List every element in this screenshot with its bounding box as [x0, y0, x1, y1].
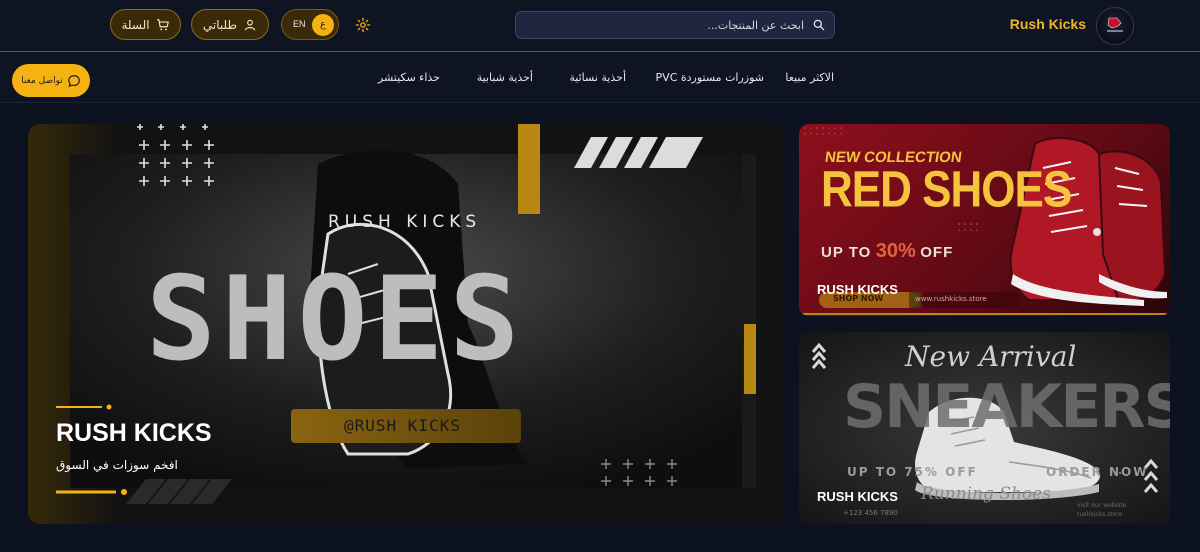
- nav-youth-shoes[interactable]: أحذية شبابية: [477, 71, 533, 84]
- main-nav: تواصل معنا الاكثر مبيعا شوزرات مستوردة P…: [0, 53, 1200, 103]
- hero-tagline-top: RUSH KICKS: [328, 212, 482, 232]
- promo1-offer-prefix: UP TO: [821, 244, 872, 261]
- promo2-script-bottom: Running Shoes: [921, 484, 1051, 504]
- promo2-offer-right: ORDER NOW: [1046, 465, 1149, 479]
- contact-us-label: تواصل معنا: [21, 75, 63, 86]
- chat-bubble-icon: [67, 74, 80, 87]
- brand-logo[interactable]: [1096, 7, 1134, 45]
- search-icon[interactable]: [812, 18, 826, 32]
- search-input[interactable]: [534, 18, 804, 32]
- search-bar[interactable]: [515, 11, 835, 39]
- promo1-offer-suffix: OFF: [920, 244, 954, 261]
- promo2-big-word: SNEAKERS: [843, 372, 1170, 442]
- theme-toggle-sun-icon[interactable]: [355, 17, 371, 33]
- promo2-script-top: New Arrival: [905, 340, 1077, 373]
- hero-handle: @RUSH KICKS: [344, 416, 461, 435]
- promo1-offer: UP TO 30% OFF: [821, 240, 953, 263]
- promo1-line2: RED SHOES: [821, 161, 1072, 219]
- contact-us-button[interactable]: تواصل معنا: [12, 64, 90, 97]
- top-bar: Rush Kicks EN ع طلباتي السلة: [0, 0, 1200, 52]
- language-knob[interactable]: ع: [312, 14, 334, 36]
- language-toggle[interactable]: EN ع: [281, 9, 339, 40]
- nav-imported-pvc[interactable]: شوزرات مستوردة PVC: [656, 71, 764, 84]
- cart-icon: [156, 18, 169, 30]
- promo2-site-label: visit our website: [1077, 502, 1127, 509]
- cart-label: السلة: [121, 17, 150, 32]
- orders-button[interactable]: طلباتي: [191, 9, 269, 40]
- promo1-offer-value: 30%: [875, 240, 916, 262]
- hero-title: RUSH KICKS: [56, 419, 212, 447]
- promo2-site: rushkicks.store: [1077, 511, 1123, 518]
- orders-label: طلباتي: [202, 17, 238, 32]
- promo-card-red-shoes[interactable]: NEW COLLECTION RED SHOES UP TO 30% OFF S…: [799, 124, 1170, 316]
- hero-banner[interactable]: RUSH KICKS SHOES @RUSH KICKS RUSH KICKS …: [28, 124, 785, 524]
- promo1-site: www.rushkicks.store: [915, 295, 987, 303]
- hero-big-word: SHOES: [146, 252, 526, 387]
- sneaker-logo-icon: [1107, 17, 1123, 32]
- hero-subtitle: افخم سوزات في السوق: [56, 458, 178, 472]
- promo-card-sneakers[interactable]: New Arrival SNEAKERS UP TO 75% OFF ORDER…: [799, 332, 1170, 524]
- promo2-phone: +123 456 7890: [843, 509, 898, 517]
- brand-name[interactable]: Rush Kicks: [1010, 16, 1086, 32]
- nav-women-shoes[interactable]: أحذية نسائية: [569, 71, 626, 84]
- promo2-title: RUSH KICKS: [817, 489, 898, 504]
- cart-button[interactable]: السلة: [110, 9, 181, 40]
- promo1-title: RUSH KICKS: [817, 282, 898, 297]
- nav-best-sellers[interactable]: الاكثر مبيعا: [785, 71, 834, 84]
- language-label: EN: [293, 19, 306, 29]
- nav-skechers[interactable]: حذاء سكيتشر: [378, 71, 440, 84]
- user-icon: [244, 19, 256, 30]
- promo2-offer-left: UP TO 75% OFF: [847, 465, 978, 479]
